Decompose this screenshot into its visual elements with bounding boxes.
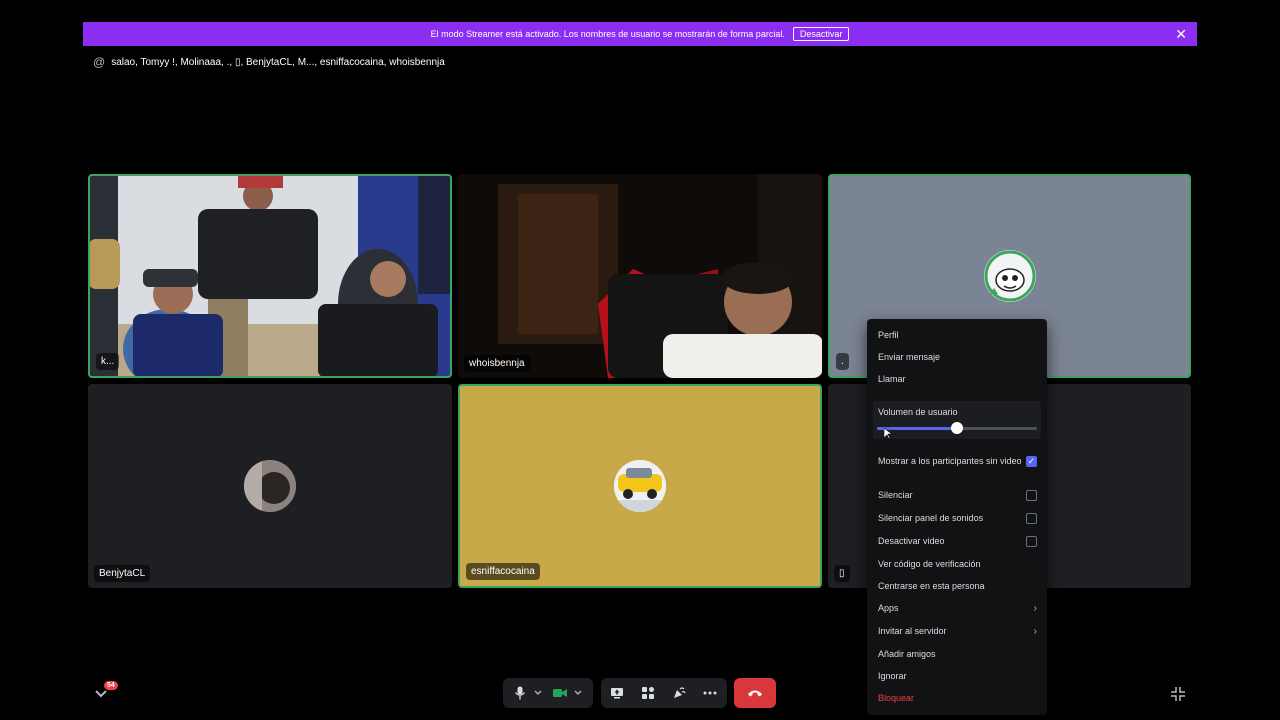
- minimize-icon: [1171, 687, 1185, 701]
- checkbox-icon[interactable]: [1026, 489, 1037, 501]
- microphone-button[interactable]: [509, 682, 531, 704]
- disconnect-button[interactable]: [734, 678, 776, 708]
- video-stream: [90, 176, 450, 376]
- close-icon[interactable]: ✕: [1175, 26, 1187, 42]
- menu-label: Silenciar panel de sonidos: [878, 513, 984, 523]
- chevron-down-icon: [534, 690, 542, 695]
- mic-options-button[interactable]: [531, 682, 545, 704]
- menu-label: Ver código de verificación: [878, 559, 981, 569]
- checkbox-icon[interactable]: [1026, 535, 1037, 547]
- checkbox-checked-icon[interactable]: ✓: [1026, 455, 1037, 467]
- camera-options-button[interactable]: [571, 682, 585, 704]
- menu-label: Apps: [878, 603, 899, 613]
- chevron-down-icon: [574, 690, 582, 695]
- menu-label: Mostrar a los participantes sin video: [878, 456, 1022, 466]
- screen-share-icon: [611, 688, 623, 699]
- user-avatar: [614, 460, 666, 512]
- menu-item-add-friends[interactable]: Añadir amigos: [878, 646, 1037, 662]
- menu-label: Ignorar: [878, 671, 907, 681]
- profile-photo: [614, 460, 666, 512]
- menu-item-mute[interactable]: Silenciar: [878, 487, 1037, 503]
- menu-item-send-message[interactable]: Enviar mensaje: [878, 349, 1037, 365]
- more-options-button[interactable]: [699, 682, 721, 704]
- participant-name: esniffacocaina: [466, 563, 540, 580]
- discord-avatar-icon: [984, 250, 1035, 302]
- menu-item-call[interactable]: Llamar: [878, 371, 1037, 387]
- microphone-icon: [514, 686, 526, 700]
- participant-name: whoisbennja: [464, 355, 530, 372]
- participant-name: k...: [96, 353, 120, 370]
- activities-button[interactable]: [637, 682, 659, 704]
- chevron-right-icon: ›: [1033, 602, 1037, 614]
- menu-item-disable-video[interactable]: Desactivar video: [878, 533, 1037, 549]
- media-controls: [503, 678, 593, 708]
- participant-name: .: [836, 353, 849, 370]
- menu-item-focus-person[interactable]: Centrarse en esta persona: [878, 578, 1037, 594]
- participants-list[interactable]: salao, Tomyy !, Molinaaa, ., ▯, BenjytaC…: [111, 57, 445, 68]
- user-volume-slider[interactable]: [877, 422, 1037, 434]
- user-context-menu: Perfil Enviar mensaje Llamar Volumen de …: [867, 319, 1047, 715]
- menu-label: Perfil: [878, 330, 899, 340]
- user-volume-label: Volumen de usuario: [878, 404, 1037, 420]
- menu-label: Silenciar: [878, 490, 913, 500]
- group-dm-header: @ salao, Tomyy !, Molinaaa, ., ▯, Benjyt…: [93, 55, 445, 69]
- more-horizontal-icon: [703, 691, 717, 695]
- menu-item-block[interactable]: Bloquear: [878, 690, 1037, 706]
- menu-label: Añadir amigos: [878, 649, 936, 659]
- screen-share-button[interactable]: [606, 682, 628, 704]
- avatar-tile-4[interactable]: BenjytaCL: [88, 384, 452, 588]
- user-avatar: [983, 250, 1036, 302]
- user-avatar: [244, 460, 296, 512]
- banner-text: El modo Streamer está activado. Los nomb…: [430, 29, 785, 39]
- menu-item-profile[interactable]: Perfil: [878, 327, 1037, 343]
- camera-button[interactable]: [549, 682, 571, 704]
- menu-item-show-no-video[interactable]: Mostrar a los participantes sin video ✓: [878, 453, 1037, 469]
- participant-name: ▯: [834, 565, 850, 582]
- menu-label: Llamar: [878, 374, 906, 384]
- notification-badge: 54: [104, 681, 118, 690]
- hang-up-phone-icon: [748, 690, 762, 697]
- avatar-tile-5[interactable]: esniffacocaina: [458, 384, 822, 588]
- soundboard-button[interactable]: [668, 682, 690, 704]
- disable-streamer-mode-button[interactable]: Desactivar: [792, 27, 850, 41]
- chevron-right-icon: ›: [1033, 625, 1037, 637]
- menu-label: Invitar al servidor: [878, 626, 947, 636]
- menu-item-ignore[interactable]: Ignorar: [878, 668, 1037, 684]
- exit-fullscreen-button[interactable]: [1170, 686, 1186, 702]
- mouse-cursor-icon: [884, 428, 892, 440]
- soundboard-icon: [674, 687, 686, 698]
- at-icon: @: [93, 55, 106, 69]
- slider-handle[interactable]: [951, 422, 963, 434]
- participant-name: BenjytaCL: [94, 565, 151, 582]
- video-camera-icon: [553, 689, 567, 697]
- video-tile-1[interactable]: k...: [88, 174, 452, 378]
- video-stream: [458, 174, 822, 378]
- menu-item-verification-code[interactable]: Ver código de verificación: [878, 556, 1037, 572]
- streamer-mode-banner: El modo Streamer está activado. Los nomb…: [83, 22, 1197, 46]
- menu-item-apps[interactable]: Apps ›: [878, 600, 1037, 616]
- activities-icon: [642, 687, 654, 699]
- menu-label: Centrarse en esta persona: [878, 581, 985, 591]
- menu-label: Desactivar video: [878, 536, 945, 546]
- menu-label: Volumen de usuario: [878, 407, 958, 417]
- video-tile-2[interactable]: whoisbennja: [458, 174, 822, 378]
- profile-photo: [244, 460, 296, 512]
- menu-label: Bloquear: [878, 693, 915, 703]
- menu-item-invite-server[interactable]: Invitar al servidor ›: [878, 623, 1037, 639]
- menu-item-mute-soundboard[interactable]: Silenciar panel de sonidos: [878, 510, 1037, 526]
- activity-controls: [601, 678, 727, 708]
- menu-label: Enviar mensaje: [878, 352, 941, 362]
- checkbox-icon[interactable]: [1026, 512, 1037, 524]
